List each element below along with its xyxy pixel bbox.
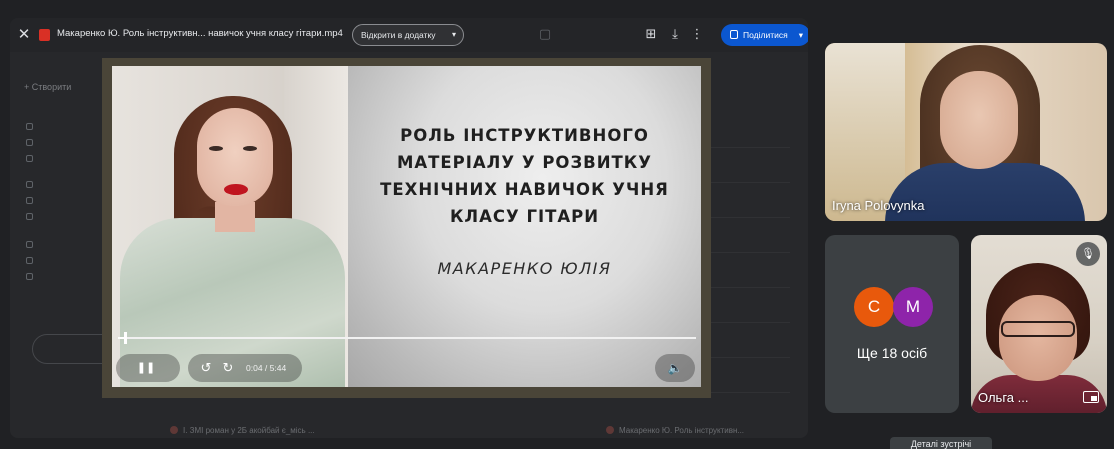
file-title: Макаренко Ю. Роль інструктивн... навичок… xyxy=(57,28,343,39)
bottom-file-item: Макаренко Ю. Роль інструктивн... xyxy=(606,426,744,435)
meeting-details-tooltip: Деталі зустрічі xyxy=(890,437,992,449)
pause-icon[interactable]: ❚❚ xyxy=(134,354,158,382)
mic-off-icon: 🎙 xyxy=(1076,242,1100,266)
time-display: 0:04 / 5:44 xyxy=(246,363,287,373)
slide-title-line: КЛАСУ ГІТАРИ xyxy=(449,207,600,226)
sidebar-item xyxy=(26,240,39,252)
participant-name: Ольга ... xyxy=(978,390,1029,405)
more-participants-label: Ще 18 осіб xyxy=(856,345,928,361)
avatar-letter: М xyxy=(905,297,921,316)
scrubber-handle[interactable] xyxy=(123,332,127,344)
slide-author: МАКАРЕНКО ЮЛІЯ xyxy=(437,259,612,278)
forward-10-icon[interactable]: ↻ xyxy=(218,354,238,382)
avatar-letter: С xyxy=(867,297,881,316)
slide-title-line: РОЛЬ ІНСТРУКТИВНОГО xyxy=(400,126,649,145)
bottom-file-label: Макаренко Ю. Роль інструктивн... xyxy=(619,426,745,435)
open-with-label: Відкрити в додатку xyxy=(361,30,436,40)
video-file-icon xyxy=(39,29,50,41)
close-icon[interactable]: ✕ xyxy=(15,26,33,44)
avatar: С xyxy=(854,287,894,327)
share-button[interactable]: Поділитися ▾ xyxy=(721,24,808,46)
download-icon[interactable]: ⤓ xyxy=(666,25,684,43)
lock-icon xyxy=(730,30,738,39)
sidebar-item xyxy=(26,196,39,208)
avatar: М xyxy=(893,287,933,327)
file-viewer-toolbar: ✕ Макаренко Ю. Роль інструктивн... навич… xyxy=(10,18,808,52)
slide-title-line: ТЕХНІЧНИХ НАВИЧОК УЧНЯ xyxy=(380,180,669,199)
sidebar-item xyxy=(26,154,39,166)
video-player: РОЛЬ ІНСТРУКТИВНОГО МАТЕРІАЛУ У РОЗВИТКУ… xyxy=(102,58,711,398)
chevron-down-icon: ▾ xyxy=(451,30,456,39)
bottom-file-item: І. ЗМІ роман у 2Б акойбай є_місь ... xyxy=(170,426,315,435)
sidebar-item xyxy=(26,180,39,192)
video-frame[interactable]: РОЛЬ ІНСТРУКТИВНОГО МАТЕРІАЛУ У РОЗВИТКУ… xyxy=(112,66,701,387)
volume-icon[interactable]: 🔈 xyxy=(663,354,687,382)
sidebar-item xyxy=(26,138,39,150)
chevron-down-icon: ▾ xyxy=(798,30,803,40)
sidebar-item xyxy=(26,212,39,224)
drive-icon: ▢ xyxy=(538,26,552,41)
more-vert-icon[interactable]: ⋮ xyxy=(688,25,706,43)
slide-title-line: МАТЕРІАЛУ У РОЗВИТКУ xyxy=(396,153,653,172)
file-icon xyxy=(170,426,178,434)
more-participants-tile[interactable]: С М Ще 18 осіб xyxy=(825,235,959,413)
participant-tile-olga[interactable]: 🎙 Ольга ... xyxy=(971,235,1107,413)
sidebar-item xyxy=(26,256,39,268)
new-button: + Створити xyxy=(24,82,72,92)
rewind-10-icon[interactable]: ↺ xyxy=(196,354,216,382)
sidebar-item xyxy=(26,122,39,134)
add-comment-icon[interactable]: ⊞ xyxy=(642,25,660,43)
sidebar-item xyxy=(26,272,39,284)
meet-window: ✕ Макаренко Ю. Роль інструктивн... навич… xyxy=(0,0,1114,449)
open-with-button[interactable]: Відкрити в додатку ▾ xyxy=(352,24,464,46)
slide-title: РОЛЬ ІНСТРУКТИВНОГО МАТЕРІАЛУ У РОЗВИТКУ… xyxy=(348,122,701,230)
file-icon xyxy=(606,426,614,434)
picture-in-picture-icon[interactable] xyxy=(1083,391,1099,403)
progress-bar[interactable] xyxy=(118,332,696,344)
participant-name: Iryna Polovynka xyxy=(832,198,925,213)
share-button-label: Поділитися xyxy=(743,30,788,40)
participant-tile-iryna[interactable]: Iryna Polovynka xyxy=(825,43,1107,221)
bottom-file-label: І. ЗМІ роман у 2Б акойбай є_місь ... xyxy=(183,426,315,435)
